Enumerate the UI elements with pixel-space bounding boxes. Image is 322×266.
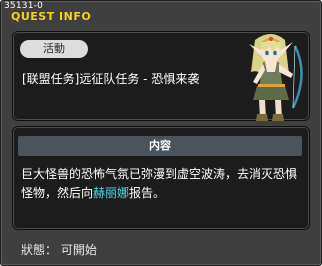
- quest-summary-panel: 活動 [联盟任务]远征队任务 - 恐惧来袭: [12, 31, 310, 121]
- quest-description: 巨大怪兽的恐怖气氛已弥漫到虚空波涛，去消灭恐惧怪物，然后向赫丽娜报告。: [21, 165, 303, 203]
- description-text-end: 报告。: [129, 186, 166, 200]
- npc-name-link[interactable]: 赫丽娜: [93, 186, 129, 200]
- npc-portrait: [249, 34, 303, 121]
- content-section-header: 内容: [18, 136, 302, 156]
- quest-status: 狀態： 可開始: [21, 243, 97, 257]
- window-title: QUEST INFO: [11, 10, 92, 23]
- quest-title: [联盟任务]远征队任务 - 恐惧来袭: [22, 72, 200, 86]
- quest-content-panel: 内容 巨大怪兽的恐怖气氛已弥漫到虚空波涛，去消灭恐惧怪物，然后向赫丽娜报告。: [12, 126, 310, 230]
- quest-info-window: 35131-0 QUEST INFO 活動 [联盟任务]远征队任务 - 恐惧来袭: [0, 0, 322, 266]
- quest-category-tag: 活動: [20, 40, 88, 58]
